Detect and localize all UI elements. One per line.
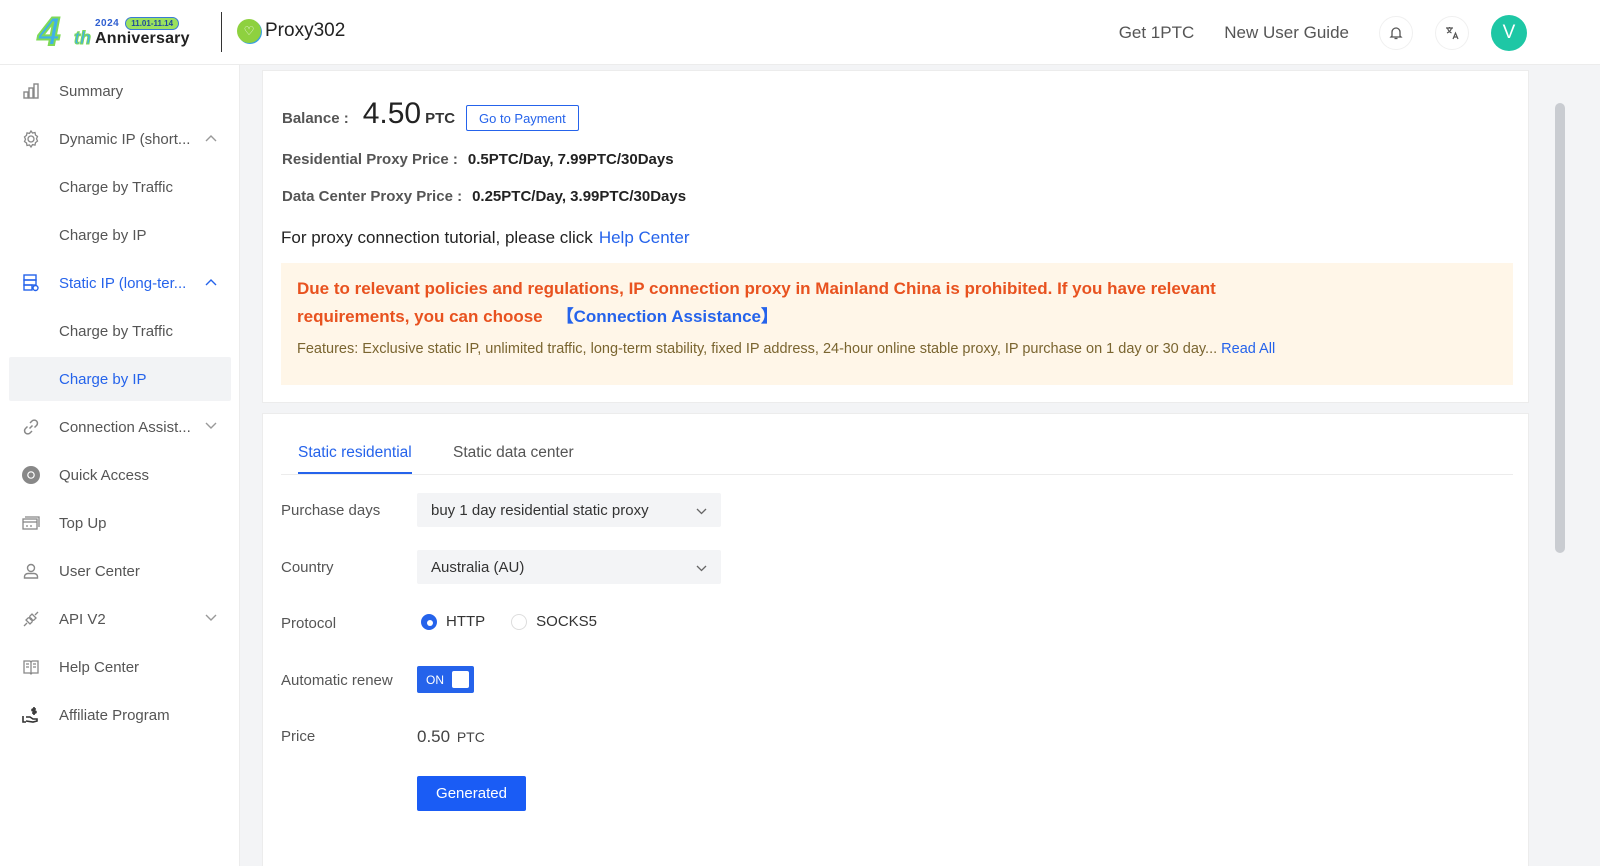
top-header: 4 th 2024 11.01-11.14 Anniversary ♡ Prox… — [0, 0, 1600, 65]
anniversary-year: 2024 — [95, 17, 120, 29]
plug-icon — [21, 609, 41, 629]
anniversary-dates: 11.01-11.14 — [125, 16, 180, 30]
policy-warning: Due to relevant policies and regulations… — [297, 275, 1297, 331]
country-label: Country — [281, 559, 334, 576]
get-1ptc-link[interactable]: Get 1PTC — [1119, 23, 1195, 43]
card-icon — [21, 513, 41, 533]
sidebar-item-top-up[interactable]: Top Up — [9, 501, 231, 545]
bar-chart-icon — [21, 81, 41, 101]
hand-dollar-icon — [21, 705, 41, 725]
price-display: 0.50 PTC — [417, 727, 485, 747]
sidebar-item-summary[interactable]: Summary — [9, 69, 231, 113]
features-text: Features: Exclusive static IP, unlimited… — [297, 341, 1275, 357]
link-icon — [21, 417, 41, 437]
sidebar-item-user-center[interactable]: User Center — [9, 549, 231, 593]
sidebar-item-dynamic-charge-ip[interactable]: Charge by IP — [9, 213, 231, 257]
sidebar-item-quick-access[interactable]: Quick Access — [9, 453, 231, 497]
connection-assistance-link[interactable]: 【Connection Assistance】 — [557, 307, 778, 326]
residential-price-label: Residential Proxy Price : — [282, 151, 458, 168]
tab-static-data-center[interactable]: Static data center — [453, 444, 574, 472]
sidebar-item-api-v2[interactable]: API V2 — [9, 597, 231, 641]
purchase-days-label: Purchase days — [281, 502, 381, 519]
purchase-days-value: buy 1 day residential static proxy — [431, 501, 649, 519]
chevron-down-icon — [696, 502, 707, 519]
price-value: 0.50 — [417, 727, 451, 746]
help-center-link[interactable]: Help Center — [599, 228, 690, 247]
auto-renew-toggle[interactable]: ON — [417, 666, 474, 693]
datacenter-price-row: Data Center Proxy Price : 0.25PTC/Day, 3.… — [282, 188, 686, 205]
protocol-socks5-radio[interactable]: SOCKS5 — [511, 613, 597, 630]
chevron-down-icon — [205, 421, 217, 433]
tab-static-residential[interactable]: Static residential — [298, 444, 412, 474]
notification-button[interactable] — [1379, 15, 1413, 50]
book-icon — [21, 657, 41, 677]
user-avatar[interactable]: V — [1491, 14, 1527, 51]
proxy-type-tabs: Static residential Static data center — [281, 434, 1513, 475]
price-unit: PTC — [456, 729, 485, 745]
chevron-down-icon — [696, 559, 707, 576]
datacenter-price-label: Data Center Proxy Price : — [282, 188, 463, 205]
bell-icon — [1389, 26, 1403, 39]
gear-icon — [21, 129, 41, 149]
country-select[interactable]: Australia (AU) — [417, 550, 721, 584]
sidebar-item-static-charge-ip[interactable]: Charge by IP — [9, 357, 231, 401]
generate-button[interactable]: Generated — [417, 776, 526, 811]
tutorial-line: For proxy connection tutorial, please cl… — [281, 228, 690, 248]
brand-logo[interactable]: ♡ Proxy302 — [237, 19, 345, 43]
tutorial-text: For proxy connection tutorial, please cl… — [281, 228, 593, 247]
sidebar-item-affiliate-program[interactable]: Affiliate Program — [9, 693, 231, 737]
policy-notice: Due to relevant policies and regulations… — [281, 263, 1513, 385]
sidebar-item-static-charge-traffic[interactable]: Charge by Traffic — [9, 309, 231, 353]
purchase-card: Static residential Static data center Pu… — [262, 413, 1529, 866]
user-icon — [21, 561, 41, 581]
sidebar-item-dynamic-charge-traffic[interactable]: Charge by Traffic — [9, 165, 231, 209]
translate-icon — [1446, 26, 1459, 39]
logo-divider — [221, 12, 222, 52]
sidebar-item-dynamic-ip[interactable]: Dynamic IP (short... — [9, 117, 231, 161]
go-to-payment-button[interactable]: Go to Payment — [466, 105, 579, 131]
balance-value: 4.50 — [362, 97, 422, 130]
brand-name: Proxy302 — [265, 20, 346, 41]
brand-mark-icon: ♡ — [237, 19, 261, 43]
toggle-state: ON — [426, 672, 444, 687]
balance-unit: PTC — [425, 110, 456, 127]
chrome-icon — [21, 465, 41, 485]
sidebar: Summary Dynamic IP (short... Charge by T… — [0, 65, 240, 866]
chevron-up-icon — [205, 277, 217, 289]
purchase-days-select[interactable]: buy 1 day residential static proxy — [417, 493, 721, 527]
page-scrollbar[interactable] — [1550, 65, 1570, 866]
chevron-up-icon — [205, 133, 217, 145]
sidebar-item-help-center[interactable]: Help Center — [9, 645, 231, 689]
chevron-down-icon — [205, 613, 217, 625]
new-user-guide-link[interactable]: New User Guide — [1224, 23, 1349, 43]
price-label: Price — [281, 728, 316, 745]
residential-price-value: 0.5PTC/Day, 7.99PTC/30Days — [467, 151, 674, 168]
features-description: Features: Exclusive static IP, unlimited… — [297, 341, 1218, 357]
country-value: Australia (AU) — [431, 558, 525, 576]
balance-row: Balance : 4.50 PTC — [282, 97, 455, 131]
datacenter-price-value: 0.25PTC/Day, 3.99PTC/30Days — [472, 188, 687, 205]
auto-renew-label: Automatic renew — [281, 672, 393, 689]
anniversary-suffix: th — [74, 27, 92, 48]
read-all-link[interactable]: Read All — [1221, 341, 1275, 357]
server-icon — [21, 273, 41, 293]
balance-label: Balance : — [282, 110, 349, 127]
protocol-label: Protocol — [281, 615, 337, 632]
residential-price-row: Residential Proxy Price : 0.5PTC/Day, 7.9… — [282, 151, 674, 168]
sidebar-item-static-ip[interactable]: Static IP (long-ter... — [9, 261, 231, 305]
anniversary-number: 4 — [37, 10, 61, 54]
scrollbar-thumb[interactable] — [1555, 103, 1565, 553]
anniversary-logo[interactable]: 4 th 2024 11.01-11.14 Anniversary — [37, 10, 190, 54]
protocol-http-radio[interactable]: HTTP — [421, 613, 485, 630]
language-button[interactable] — [1435, 15, 1469, 50]
anniversary-label: Anniversary — [95, 30, 190, 47]
sidebar-item-connection-assistance[interactable]: Connection Assist... — [9, 405, 231, 449]
protocol-radio-group: HTTP SOCKS5 — [421, 613, 623, 630]
account-info-card: Balance : 4.50 PTC Go to Payment Residen… — [262, 70, 1529, 403]
